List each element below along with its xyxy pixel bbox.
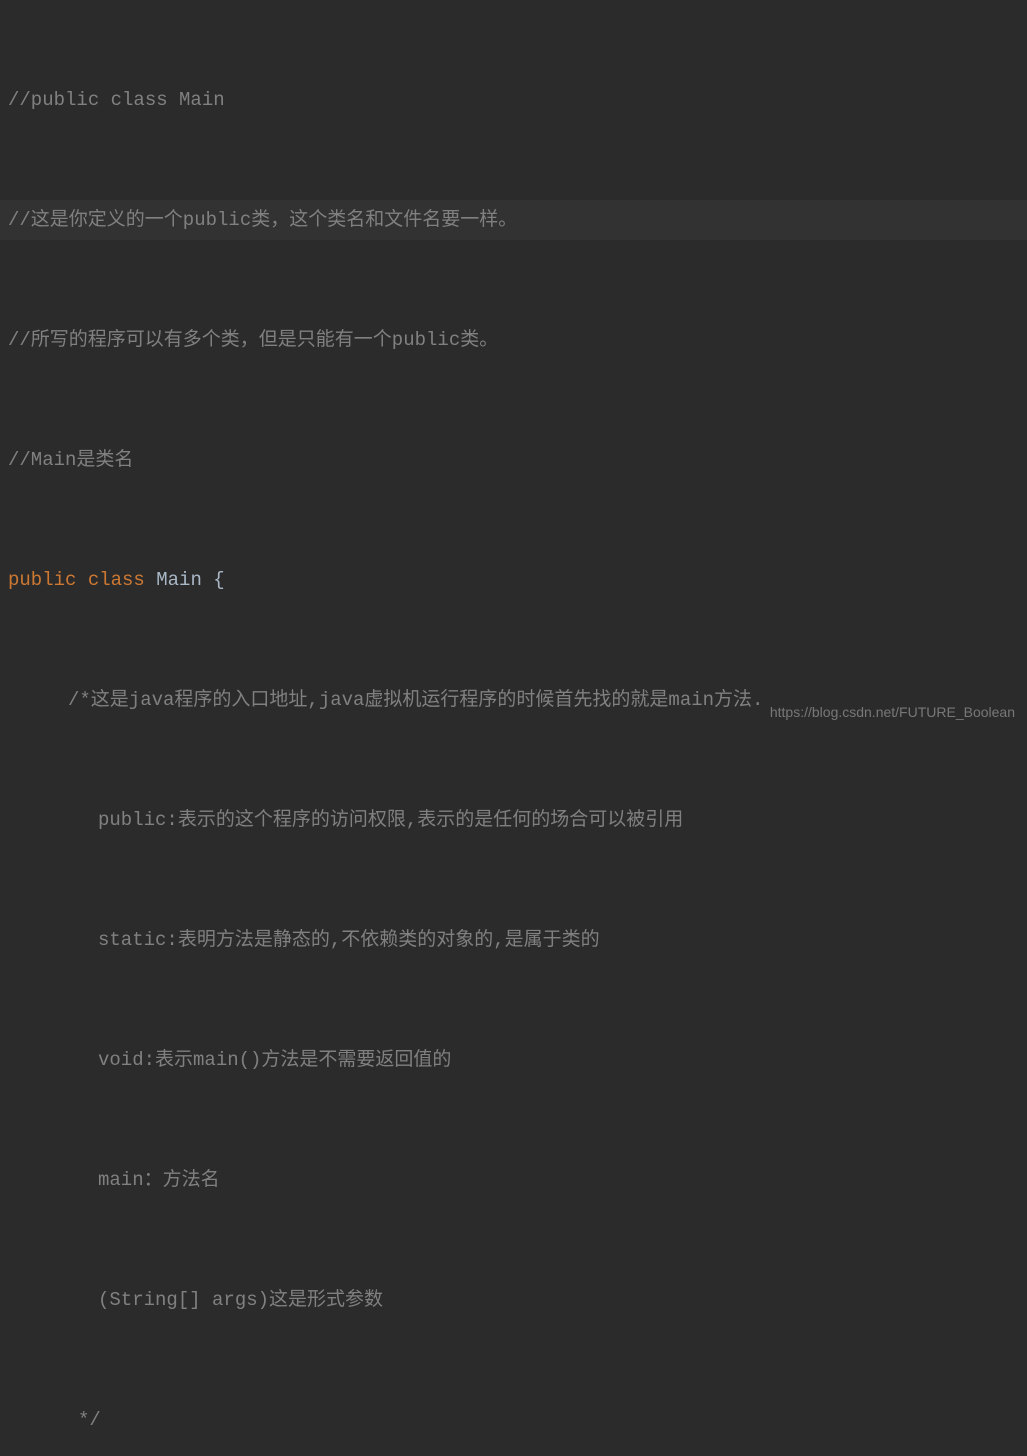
code-line[interactable]: //Main是类名 bbox=[0, 440, 1027, 480]
code-line[interactable]: */ bbox=[0, 1400, 1027, 1440]
comment-text: //Main是类名 bbox=[8, 440, 133, 480]
watermark-text: https://blog.csdn.net/FUTURE_Boolean bbox=[770, 704, 1015, 720]
comment-text: (String[] args)这是形式参数 bbox=[98, 1280, 383, 1320]
code-line[interactable]: void:表示main()方法是不需要返回值的 bbox=[0, 1040, 1027, 1080]
code-line[interactable]: public:表示的这个程序的访问权限,表示的是任何的场合可以被引用 bbox=[0, 800, 1027, 840]
brace: { bbox=[213, 560, 224, 600]
comment-text: /*这是java程序的入口地址,java虚拟机运行程序的时候首先找的就是main… bbox=[68, 680, 763, 720]
comment-text: static:表明方法是静态的,不依赖类的对象的,是属于类的 bbox=[98, 920, 600, 960]
code-line[interactable]: static:表明方法是静态的,不依赖类的对象的,是属于类的 bbox=[0, 920, 1027, 960]
code-editor[interactable]: //public class Main //这是你定义的一个public类，这个… bbox=[0, 0, 1027, 1456]
keyword-class: class bbox=[88, 560, 156, 600]
code-line[interactable]: main：方法名 bbox=[0, 1160, 1027, 1200]
class-name: Main bbox=[156, 560, 213, 600]
keyword-public: public bbox=[8, 560, 88, 600]
code-line[interactable]: public class Main { bbox=[0, 560, 1027, 600]
comment-text: //所写的程序可以有多个类，但是只能有一个public类。 bbox=[8, 320, 498, 360]
code-line[interactable]: (String[] args)这是形式参数 bbox=[0, 1280, 1027, 1320]
code-line[interactable]: //所写的程序可以有多个类，但是只能有一个public类。 bbox=[0, 320, 1027, 360]
code-line[interactable]: //public class Main bbox=[0, 80, 1027, 120]
comment-text: //public class Main bbox=[8, 80, 225, 120]
comment-text: //这是你定义的一个public类，这个类名和文件名要一样。 bbox=[8, 200, 517, 240]
code-line[interactable]: //这是你定义的一个public类，这个类名和文件名要一样。 bbox=[0, 200, 1027, 240]
comment-text: main：方法名 bbox=[98, 1160, 220, 1200]
comment-text: void:表示main()方法是不需要返回值的 bbox=[98, 1040, 451, 1080]
comment-text: */ bbox=[78, 1400, 101, 1440]
comment-text: public:表示的这个程序的访问权限,表示的是任何的场合可以被引用 bbox=[98, 800, 683, 840]
